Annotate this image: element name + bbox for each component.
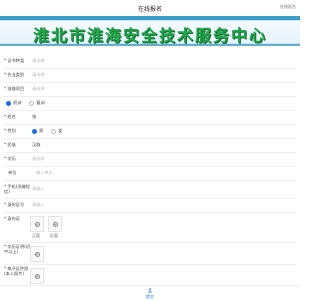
radio-male-label: 男 bbox=[39, 128, 44, 133]
unit-label: 单位 bbox=[8, 170, 17, 175]
radio-initial-label: 初训 bbox=[13, 100, 22, 105]
plus-icon: + bbox=[34, 273, 40, 279]
top-bar: 在线报名 在线报名 bbox=[0, 0, 300, 16]
radio-female-dot[interactable] bbox=[51, 128, 57, 134]
radio-female-label: 女 bbox=[58, 128, 63, 133]
certificate-type-row[interactable]: * 证书种类 请选择 bbox=[0, 54, 300, 68]
photo-label: * 电子证件照(本人照片) bbox=[4, 266, 29, 276]
education-row[interactable]: * 学历 请选择 bbox=[0, 152, 300, 166]
upload-id-front[interactable]: + bbox=[30, 216, 44, 232]
radio-initial[interactable]: 初训 bbox=[6, 100, 21, 106]
radio-initial-dot[interactable] bbox=[6, 100, 11, 106]
page-title: 在线报名 bbox=[137, 5, 162, 13]
nation-value[interactable]: 汉族 bbox=[32, 142, 300, 148]
upload-id-front-caption: 正面 bbox=[32, 233, 40, 238]
education-placeholder[interactable]: 请选择 bbox=[32, 156, 300, 162]
gender-options: 男 女 bbox=[32, 128, 300, 134]
photo-row: * 电子证件照(本人照片) bbox=[0, 266, 300, 282]
upload-id-back[interactable]: + bbox=[48, 216, 62, 232]
operation-item-row[interactable]: * 准操项目 请选择 bbox=[0, 82, 300, 96]
name-value[interactable]: 张 bbox=[32, 114, 300, 120]
page: 在线报名 在线报名 淮北市淮海安全技术服务中心 * 证书种类 请选择 * 作业类… bbox=[0, 0, 300, 301]
nation-row[interactable]: * 民族 汉族 bbox=[0, 138, 300, 152]
radio-male-dot[interactable] bbox=[32, 128, 37, 134]
divider bbox=[4, 242, 296, 243]
phone-row[interactable]: * 手机(须做短信) 请输入 bbox=[0, 180, 300, 198]
id-photo-label: * 身份证 bbox=[4, 216, 20, 221]
radio-male[interactable]: 男 bbox=[32, 128, 43, 134]
operation-item-label: * 准操项目 bbox=[4, 86, 25, 91]
banner-title: 淮北市淮海安全技术服务中心 bbox=[32, 26, 267, 45]
gender-row: * 性别 男 女 bbox=[0, 124, 300, 138]
work-category-row[interactable]: * 作业类别 请选择 bbox=[0, 68, 300, 82]
radio-renewal[interactable]: 复训 bbox=[29, 100, 45, 106]
unit-placeholder[interactable]: 输入单位 bbox=[36, 170, 300, 176]
edu-cert-label: * 学历证明(初中以上) bbox=[4, 244, 30, 254]
operation-item-placeholder[interactable]: 请选择 bbox=[32, 86, 300, 92]
training-type-row: 初训 复训 bbox=[0, 96, 300, 110]
certificate-type-label: * 证书种类 bbox=[4, 58, 25, 63]
upload-photo[interactable]: + bbox=[30, 268, 44, 284]
id-photo-row: * 身份证 bbox=[0, 212, 300, 226]
divider bbox=[4, 264, 296, 265]
radio-renewal-dot[interactable] bbox=[29, 100, 35, 106]
work-category-placeholder[interactable]: 请选择 bbox=[32, 72, 300, 78]
id-number-placeholder[interactable]: 请输入 bbox=[32, 202, 300, 208]
upload-id-back-caption: 反面 bbox=[50, 233, 58, 238]
id-number-label: * 身份证号 bbox=[4, 202, 25, 207]
name-label: * 姓名 bbox=[4, 114, 16, 119]
top-right-link[interactable]: 在线报名 bbox=[280, 4, 296, 10]
phone-label: * 手机(须做短信) bbox=[4, 184, 30, 194]
gender-label: * 性别 bbox=[4, 128, 16, 133]
certificate-type-placeholder[interactable]: 请选择 bbox=[32, 58, 300, 64]
unit-row[interactable]: 单位 输入单位 bbox=[0, 166, 300, 180]
plus-icon: + bbox=[52, 221, 58, 227]
name-row[interactable]: * 姓名 张 bbox=[0, 110, 300, 124]
radio-renewal-label: 复训 bbox=[36, 100, 45, 105]
nation-label: * 民族 bbox=[4, 142, 16, 147]
work-category-label: * 作业类别 bbox=[4, 72, 25, 77]
plus-icon: + bbox=[34, 221, 40, 227]
bottom-bar: ⎙ 提交 bbox=[0, 285, 300, 301]
plus-icon: + bbox=[34, 251, 40, 257]
submit-label[interactable]: 提交 bbox=[146, 294, 154, 300]
radio-female[interactable]: 女 bbox=[51, 128, 62, 134]
id-number-row[interactable]: * 身份证号 请输入 bbox=[0, 198, 300, 212]
banner: 淮北市淮海安全技术服务中心 bbox=[0, 16, 300, 46]
edu-cert-row: * 学历证明(初中以上) bbox=[0, 244, 300, 260]
phone-placeholder[interactable]: 请输入 bbox=[32, 186, 300, 192]
upload-edu-cert[interactable]: + bbox=[30, 246, 44, 262]
education-label: * 学历 bbox=[4, 156, 16, 161]
